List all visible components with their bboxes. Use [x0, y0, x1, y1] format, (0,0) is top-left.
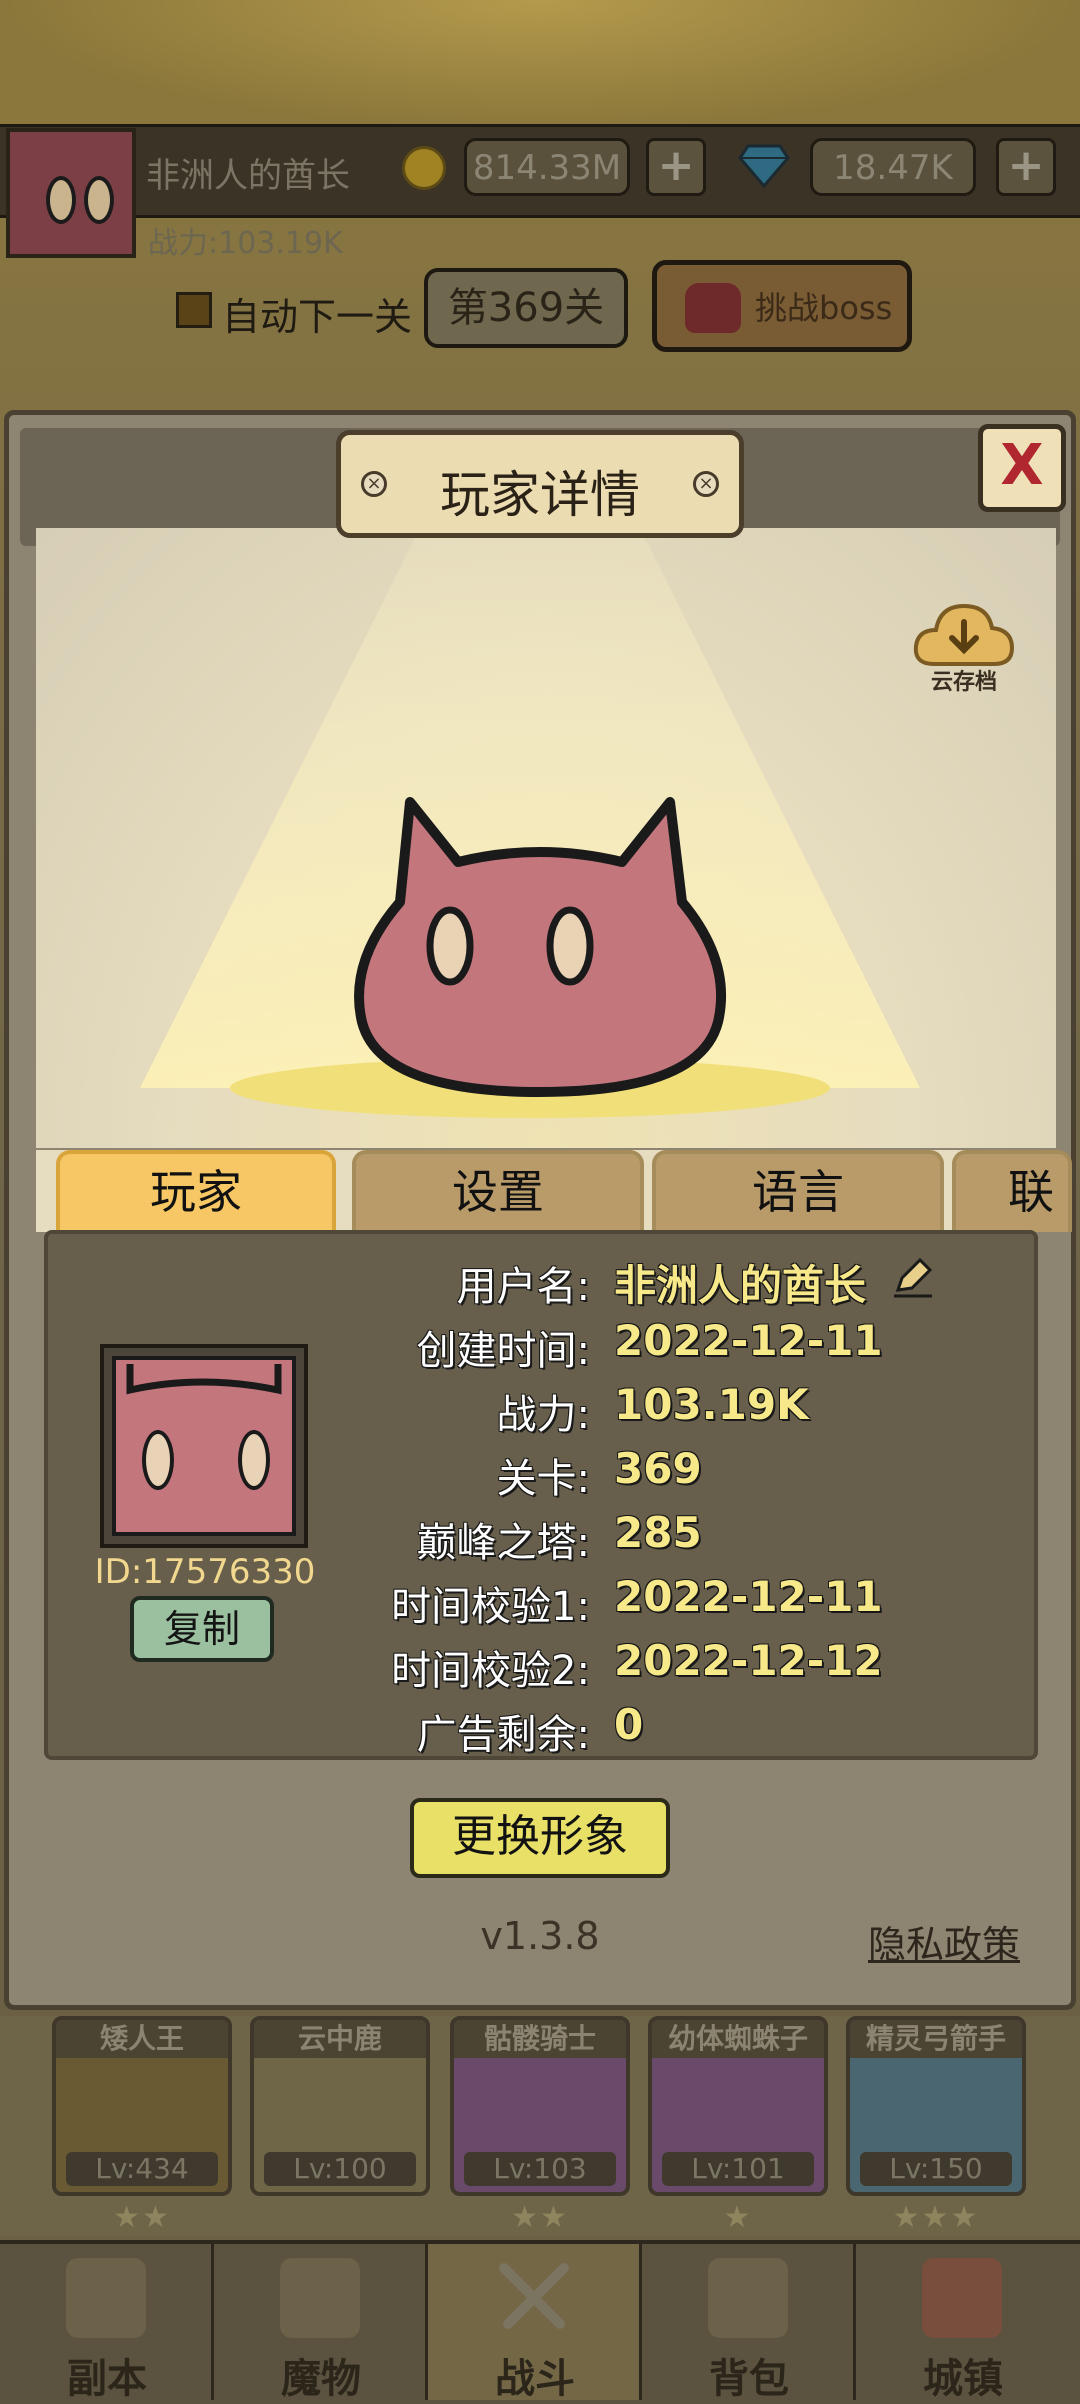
auto-next-label: 自动下一关 — [222, 295, 413, 339]
modal-title-plate: × 玩家详情 × — [336, 430, 744, 538]
challenge-boss-label: 挑战boss — [755, 289, 893, 327]
hero-level: Lv:101 — [662, 2152, 814, 2186]
monster-icon — [280, 2258, 360, 2338]
challenge-boss-button[interactable]: 挑战boss — [652, 260, 912, 352]
add-gems-button[interactable]: + — [996, 138, 1056, 196]
time-check-1-label: 时间校验1: — [391, 1584, 590, 1630]
gold-coin-icon — [402, 146, 446, 190]
username-label: 用户名: — [456, 1264, 590, 1310]
created-time-label: 创建时间: — [416, 1328, 590, 1374]
hero-level: Lv:103 — [464, 2152, 616, 2186]
crossed-swords-icon — [499, 2263, 569, 2329]
hero-name: 骷髅骑士 — [454, 2020, 626, 2058]
hero-name: 矮人王 — [56, 2020, 228, 2058]
stage-label: 关卡: — [496, 1456, 590, 1502]
hero-stars: ★★ — [113, 2200, 171, 2235]
player-name-top: 非洲人的酋长 — [146, 156, 350, 196]
tab-settings[interactable]: 设置 — [352, 1150, 644, 1232]
hero-level: Lv:150 — [860, 2152, 1012, 2186]
created-time-value: 2022-12-11 — [614, 1316, 883, 1365]
player-avatar-large — [100, 1344, 308, 1548]
modal-title: 玩家详情 — [440, 466, 640, 524]
tab-contact[interactable]: 联 — [952, 1150, 1072, 1232]
hero-card[interactable]: 幼体蜘蛛子 Lv:101 — [648, 2016, 828, 2196]
hero-level: Lv:434 — [66, 2152, 218, 2186]
ads-remaining-label: 广告剩余: — [416, 1712, 590, 1758]
game-scene-top — [0, 0, 1080, 130]
auto-next-checkbox[interactable] — [176, 292, 212, 328]
peak-tower-label: 巅峰之塔: — [416, 1520, 590, 1566]
map-icon — [66, 2258, 146, 2338]
shop-icon — [922, 2258, 1002, 2338]
nav-backpack[interactable]: 背包 — [642, 2244, 856, 2402]
gold-amount: 814.33M — [464, 138, 630, 196]
backpack-icon — [708, 2258, 788, 2338]
hero-stars: ★★★ — [892, 2200, 980, 2235]
hero-name: 云中鹿 — [254, 2020, 426, 2058]
version-text: v1.3.8 — [480, 1914, 600, 1958]
time-check-2-value: 2022-12-12 — [614, 1636, 883, 1685]
hero-card[interactable]: 骷髅骑士 Lv:103 — [450, 2016, 630, 2196]
nav-monsters[interactable]: 魔物 — [214, 2244, 428, 2402]
nav-dungeon[interactable]: 副本 — [0, 2244, 214, 2402]
boss-icon — [685, 283, 741, 333]
close-icon: X — [1000, 433, 1044, 498]
tab-language[interactable]: 语言 — [652, 1150, 944, 1232]
nav-label: 城镇 — [923, 2356, 1003, 2402]
hero-stars: ★ — [723, 2200, 753, 2235]
hero-name: 幼体蜘蛛子 — [652, 2020, 824, 2058]
time-check-1-value: 2022-12-11 — [614, 1572, 883, 1621]
power-label: 战力: — [496, 1392, 590, 1438]
tab-player[interactable]: 玩家 — [56, 1150, 336, 1232]
change-avatar-button[interactable]: 更换形象 — [410, 1798, 670, 1878]
hero-card[interactable]: 云中鹿 Lv:100 — [250, 2016, 430, 2196]
hero-level: Lv:100 — [264, 2152, 416, 2186]
hero-card[interactable]: 矮人王 Lv:434 — [52, 2016, 232, 2196]
nav-label: 魔物 — [281, 2356, 361, 2402]
power-value: 103.19K — [614, 1380, 809, 1429]
gem-amount: 18.47K — [810, 138, 976, 196]
copy-id-button[interactable]: 复制 — [130, 1596, 274, 1662]
hero-card[interactable]: 精灵弓箭手 Lv:150 — [846, 2016, 1026, 2196]
add-gold-button[interactable]: + — [646, 138, 706, 196]
nav-town[interactable]: 城镇 — [856, 2244, 1080, 2402]
cloud-save-label: 云存档 — [930, 670, 997, 695]
player-avatar-small[interactable] — [6, 128, 136, 258]
peak-tower-value: 285 — [614, 1508, 702, 1557]
hero-stars: ★★ — [511, 2200, 569, 2235]
nav-label: 背包 — [709, 2356, 789, 2402]
privacy-policy-link[interactable]: 隐私政策 — [868, 1914, 1020, 1969]
diamond-icon — [738, 144, 790, 188]
edit-pencil-icon[interactable] — [890, 1256, 934, 1300]
stage-value: 369 — [614, 1444, 702, 1493]
power-top: 战力:103.19K — [148, 226, 343, 261]
player-id: ID:17576330 — [94, 1552, 316, 1592]
nav-battle[interactable]: 战斗 — [428, 2244, 642, 2402]
screw-icon: × — [693, 471, 719, 497]
player-character — [354, 797, 726, 1097]
time-check-2-label: 时间校验2: — [391, 1648, 590, 1694]
close-button[interactable]: X — [978, 424, 1066, 512]
stage-level-indicator: 第369关 — [424, 268, 628, 348]
nav-label: 副本 — [67, 2356, 147, 2402]
hero-name: 精灵弓箭手 — [850, 2020, 1022, 2058]
username-value: 非洲人的酋长 — [614, 1261, 867, 1310]
ads-remaining-value: 0 — [614, 1700, 644, 1749]
nav-label: 战斗 — [495, 2356, 575, 2402]
